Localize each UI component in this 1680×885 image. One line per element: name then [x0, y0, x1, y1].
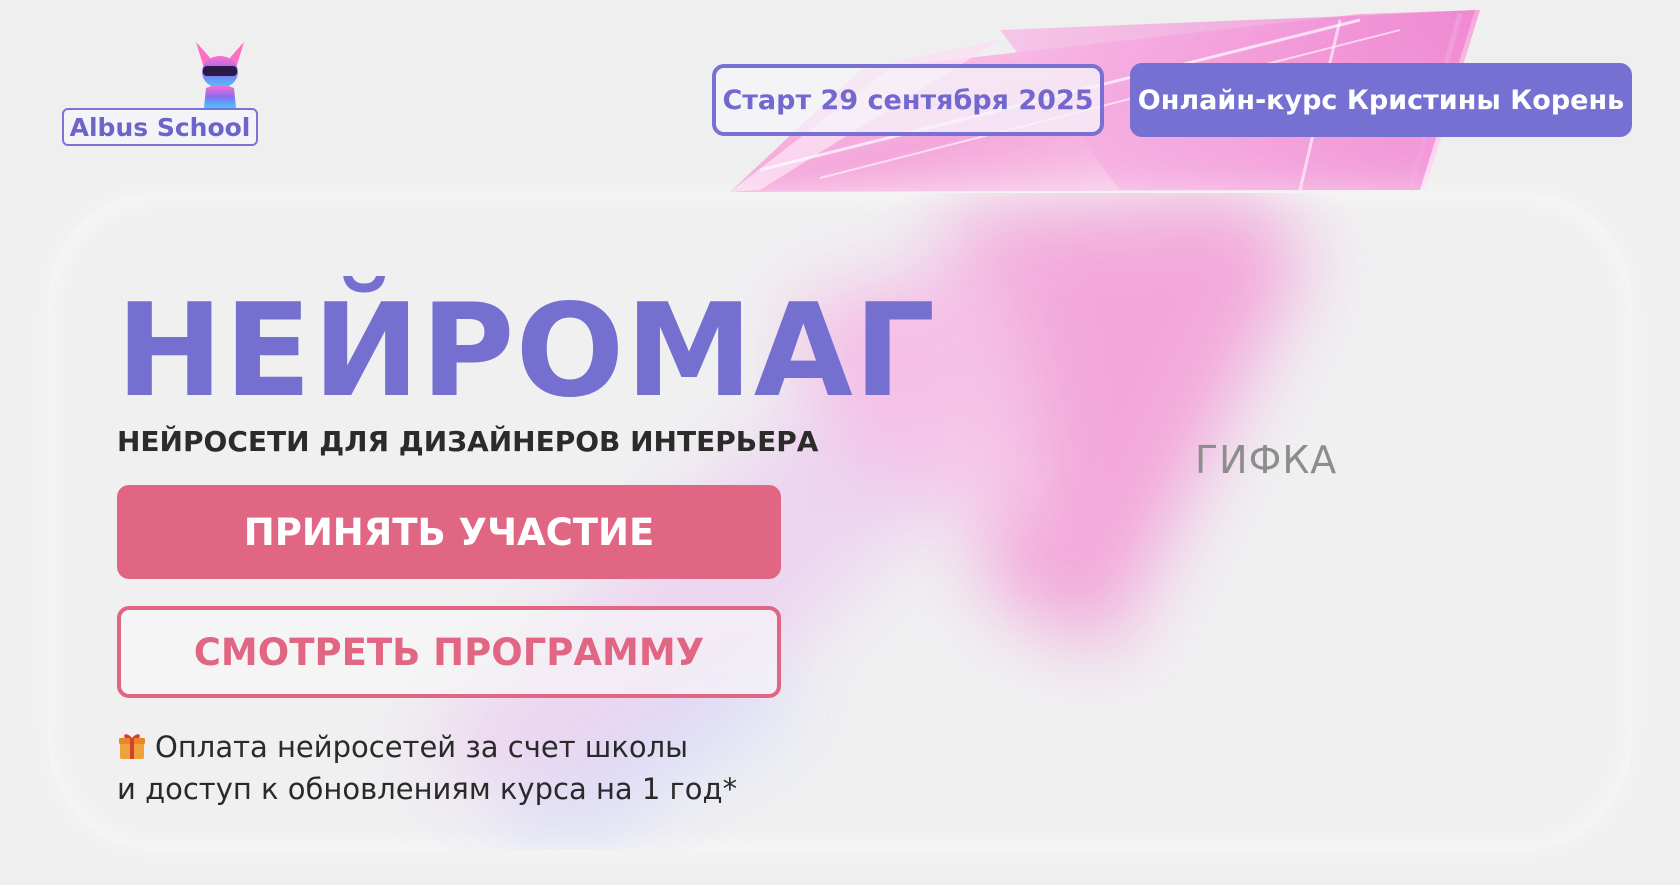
brand-logo[interactable]: Albus School	[62, 38, 258, 148]
course-subtitle: НЕЙРОСЕТИ ДЛЯ ДИЗАЙНЕРОВ ИНТЕРЬЕРА	[117, 425, 819, 458]
bonus-line-1: Оплата нейросетей за счет школы	[155, 730, 689, 764]
bonus-line-2: и доступ к обновлениям курса на 1 год*	[117, 772, 738, 806]
view-program-button[interactable]: СМОТРЕТЬ ПРОГРАММУ	[117, 606, 781, 698]
landing-page: Albus School Старт 29 сентября 2025 Онла…	[0, 0, 1680, 885]
course-title: НЕЙРОМАГ	[116, 277, 937, 426]
participate-button[interactable]: ПРИНЯТЬ УЧАСТИЕ	[117, 485, 781, 579]
media-placeholder: ГИФКА	[1195, 438, 1338, 482]
sphynx-cat-vr-icon	[196, 42, 244, 108]
gift-icon	[119, 734, 145, 759]
logo-text: Albus School	[62, 108, 258, 146]
bonus-text: Оплата нейросетей за счет школы и доступ…	[117, 726, 817, 810]
start-date-badge: Старт 29 сентября 2025	[712, 64, 1104, 136]
course-author-badge: Онлайн-курс Кристины Корень	[1130, 63, 1632, 137]
